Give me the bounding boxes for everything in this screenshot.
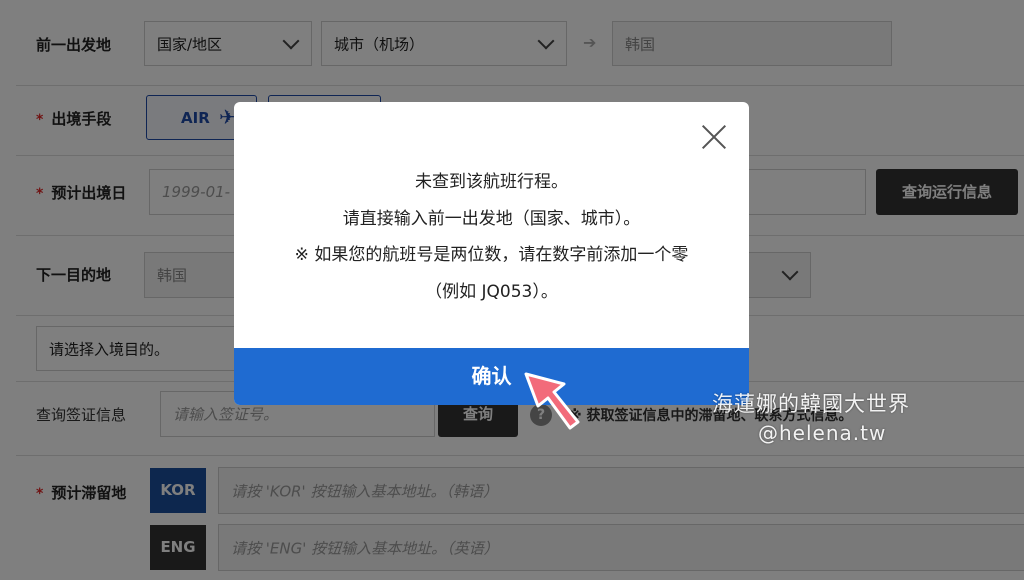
dialog-message-line-2: 请直接输入前一出发地（国家、城市）。 xyxy=(342,209,641,229)
dialog-message-line-4: （例如 JQ053）。 xyxy=(425,282,558,302)
watermark-title: 海蓮娜的韓國大世界 xyxy=(712,392,910,416)
watermark-handle: @helena.tw xyxy=(758,421,887,445)
close-icon[interactable] xyxy=(701,124,727,150)
flight-not-found-dialog: 未查到该航班行程。 请直接输入前一出发地（国家、城市）。 ※ 如果您的航班号是两… xyxy=(234,102,749,405)
dialog-message-line-1: 未查到该航班行程。 xyxy=(415,172,568,192)
annotation-arrow-icon xyxy=(524,372,580,430)
confirm-button[interactable]: 确认 xyxy=(234,348,749,405)
dialog-message-line-3: ※ 如果您的航班号是两位数，请在数字前添加一个零 xyxy=(294,245,689,265)
